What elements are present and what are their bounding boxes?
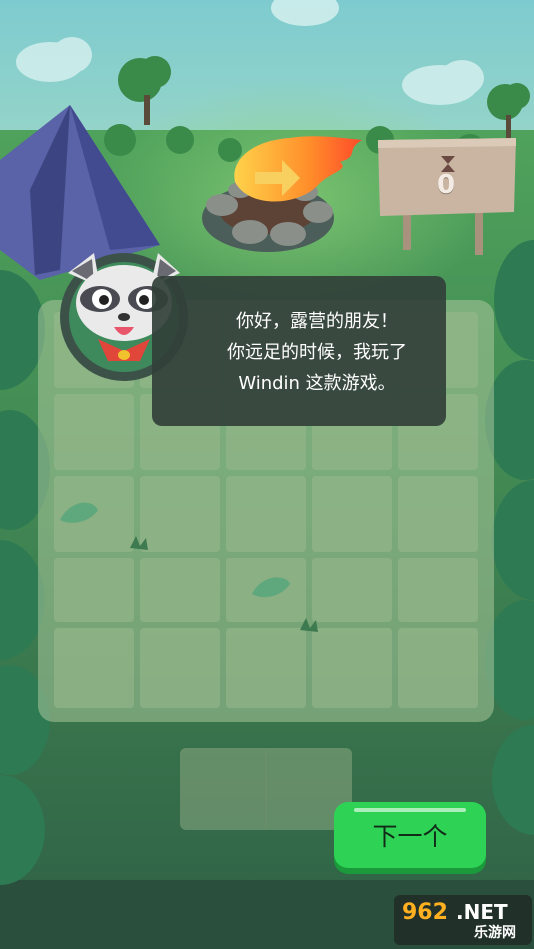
watermark-text: 乐游网 [474, 925, 516, 941]
dialog-line: 你远足的时候，我玩了 [227, 342, 407, 363]
score-value: 0 [436, 170, 456, 200]
next-button-label: 下一个 [372, 822, 448, 851]
dialog-box: 你好，露营的朋友！ 你远足的时候，我玩了 Windin 这款游戏。 [152, 276, 446, 426]
dialog-line: 你好，露营的朋友！ [236, 311, 398, 332]
svg-text:962: 962 [402, 900, 448, 925]
svg-text:.NET: .NET [456, 900, 508, 924]
dialog-line: Windin 这款游戏。 [238, 373, 396, 394]
next-button[interactable]: 下一个 [334, 802, 486, 868]
